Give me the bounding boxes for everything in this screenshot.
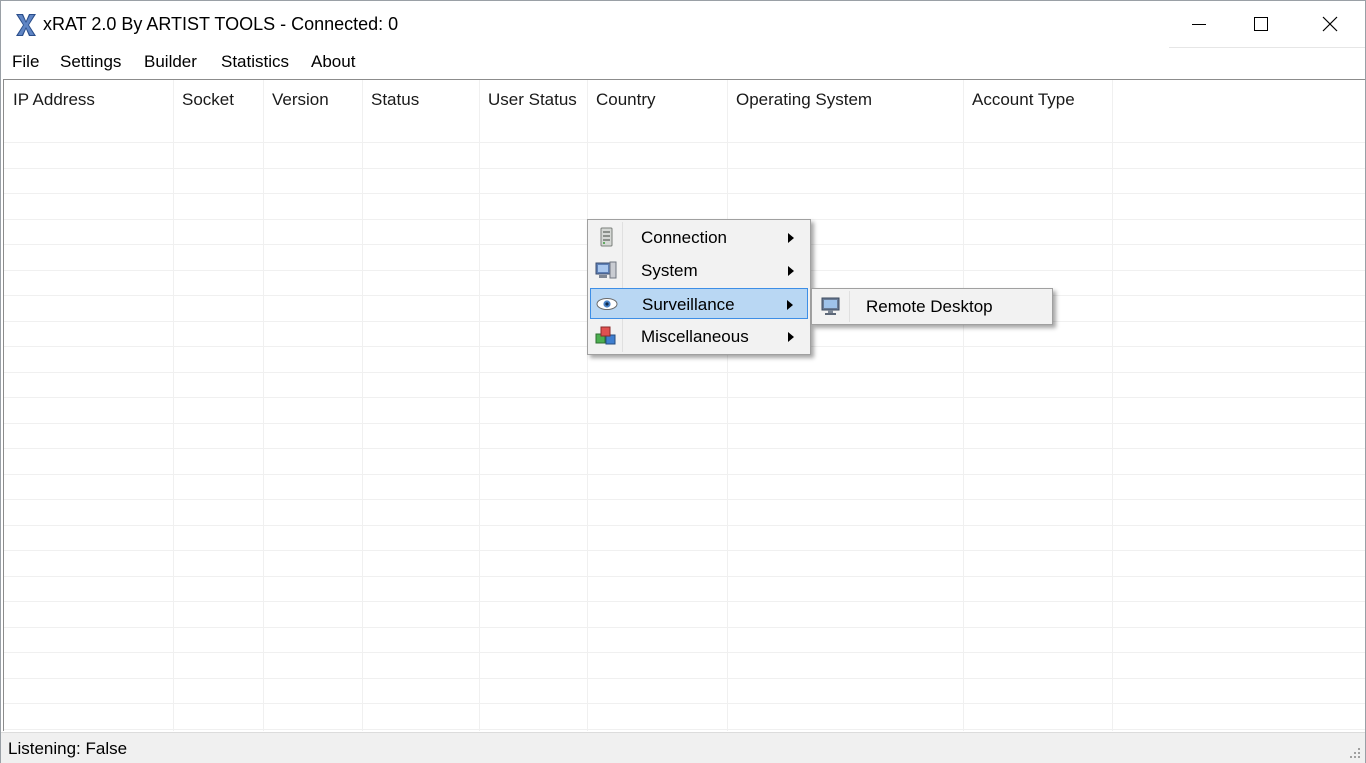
submenu-arrow-icon [788, 332, 794, 342]
column-header-socket[interactable]: Socket [173, 80, 263, 120]
grid-line-horizontal [4, 397, 1365, 398]
grid-line-horizontal [4, 499, 1365, 500]
main-window: xRAT 2.0 By ARTIST TOOLS - Connected: 0 … [0, 0, 1366, 763]
monitor-icon [821, 297, 840, 315]
menu-file[interactable]: File [12, 52, 39, 72]
column-header-ip-address[interactable]: IP Address [4, 80, 173, 120]
eye-icon [596, 298, 618, 310]
grid-line-vertical [362, 80, 363, 731]
grid-line-horizontal [4, 525, 1365, 526]
submenu-arrow-icon [787, 300, 793, 310]
grid-line-vertical [1112, 80, 1113, 731]
submenu-item-remote-desktop[interactable]: Remote Desktop [815, 291, 1049, 322]
grid-line-horizontal [4, 652, 1365, 653]
status-bar: Listening: False [1, 732, 1365, 763]
grid-line-horizontal [4, 627, 1365, 628]
close-icon [1322, 16, 1338, 32]
grid-line-vertical [727, 80, 728, 731]
computer-icon [595, 261, 617, 279]
context-item-surveillance[interactable]: Surveillance [590, 288, 808, 319]
window-title: xRAT 2.0 By ARTIST TOOLS - Connected: 0 [43, 14, 399, 34]
grid-line-horizontal [4, 576, 1365, 577]
maximize-icon [1254, 17, 1268, 31]
minimize-icon [1192, 24, 1206, 25]
context-item-label: Surveillance [642, 295, 735, 314]
column-header-country[interactable]: Country [587, 80, 727, 120]
submenu-arrow-icon [788, 266, 794, 276]
submenu-arrow-icon [788, 233, 794, 243]
column-header-version[interactable]: Version [263, 80, 362, 120]
grid-line-horizontal [4, 448, 1365, 449]
cubes-icon [595, 326, 616, 345]
context-item-label: Connection [641, 228, 728, 247]
context-item-connection[interactable]: Connection [590, 222, 808, 253]
maximize-button[interactable] [1228, 1, 1294, 47]
menu-builder[interactable]: Builder [144, 52, 197, 72]
grid-line-horizontal [4, 372, 1365, 373]
resize-grip-icon[interactable] [1349, 747, 1361, 759]
grid-line-horizontal [4, 703, 1365, 704]
grid-line-horizontal [4, 193, 1365, 194]
context-item-label: Miscellaneous [641, 327, 749, 346]
submenu-item-label: Remote Desktop [866, 297, 993, 316]
menu-statistics[interactable]: Statistics [221, 52, 289, 72]
surveillance-submenu: Remote Desktop [811, 288, 1053, 325]
grid-line-horizontal [4, 423, 1365, 424]
grid-line-horizontal [4, 601, 1365, 602]
grid-line-vertical [173, 80, 174, 731]
grid-line-horizontal [4, 729, 1365, 730]
x-logo-icon [16, 14, 36, 36]
grid-line-horizontal [4, 550, 1365, 551]
column-header-status[interactable]: Status [362, 80, 479, 120]
grid-line-vertical [963, 80, 964, 731]
clients-list[interactable]: IP Address Socket Version Status User St… [3, 79, 1365, 731]
grid-line-horizontal [4, 168, 1365, 169]
grid-line-vertical [479, 80, 480, 731]
context-menu: Connection System Surveillance Miscellan… [587, 219, 811, 355]
grid-line-vertical [263, 80, 264, 731]
server-icon [600, 227, 613, 247]
context-item-miscellaneous[interactable]: Miscellaneous [590, 321, 808, 352]
grid-line-horizontal [4, 474, 1365, 475]
grid-line-vertical [587, 80, 588, 731]
context-item-system[interactable]: System [590, 255, 808, 286]
minimize-button[interactable] [1166, 1, 1232, 47]
menu-about[interactable]: About [311, 52, 355, 72]
menu-bar: File Settings Builder Statistics About [1, 48, 1365, 76]
column-header-user-status[interactable]: User Status [479, 80, 587, 120]
column-header-operating-system[interactable]: Operating System [727, 80, 963, 120]
title-bar[interactable]: xRAT 2.0 By ARTIST TOOLS - Connected: 0 [1, 1, 1365, 48]
column-header-account-type[interactable]: Account Type [963, 80, 1112, 120]
grid-line-horizontal [4, 142, 1365, 143]
context-item-label: System [641, 261, 698, 280]
listening-status: Listening: False [8, 739, 128, 758]
grid-line-horizontal [4, 678, 1365, 679]
close-button[interactable] [1297, 1, 1363, 47]
menu-settings[interactable]: Settings [60, 52, 121, 72]
